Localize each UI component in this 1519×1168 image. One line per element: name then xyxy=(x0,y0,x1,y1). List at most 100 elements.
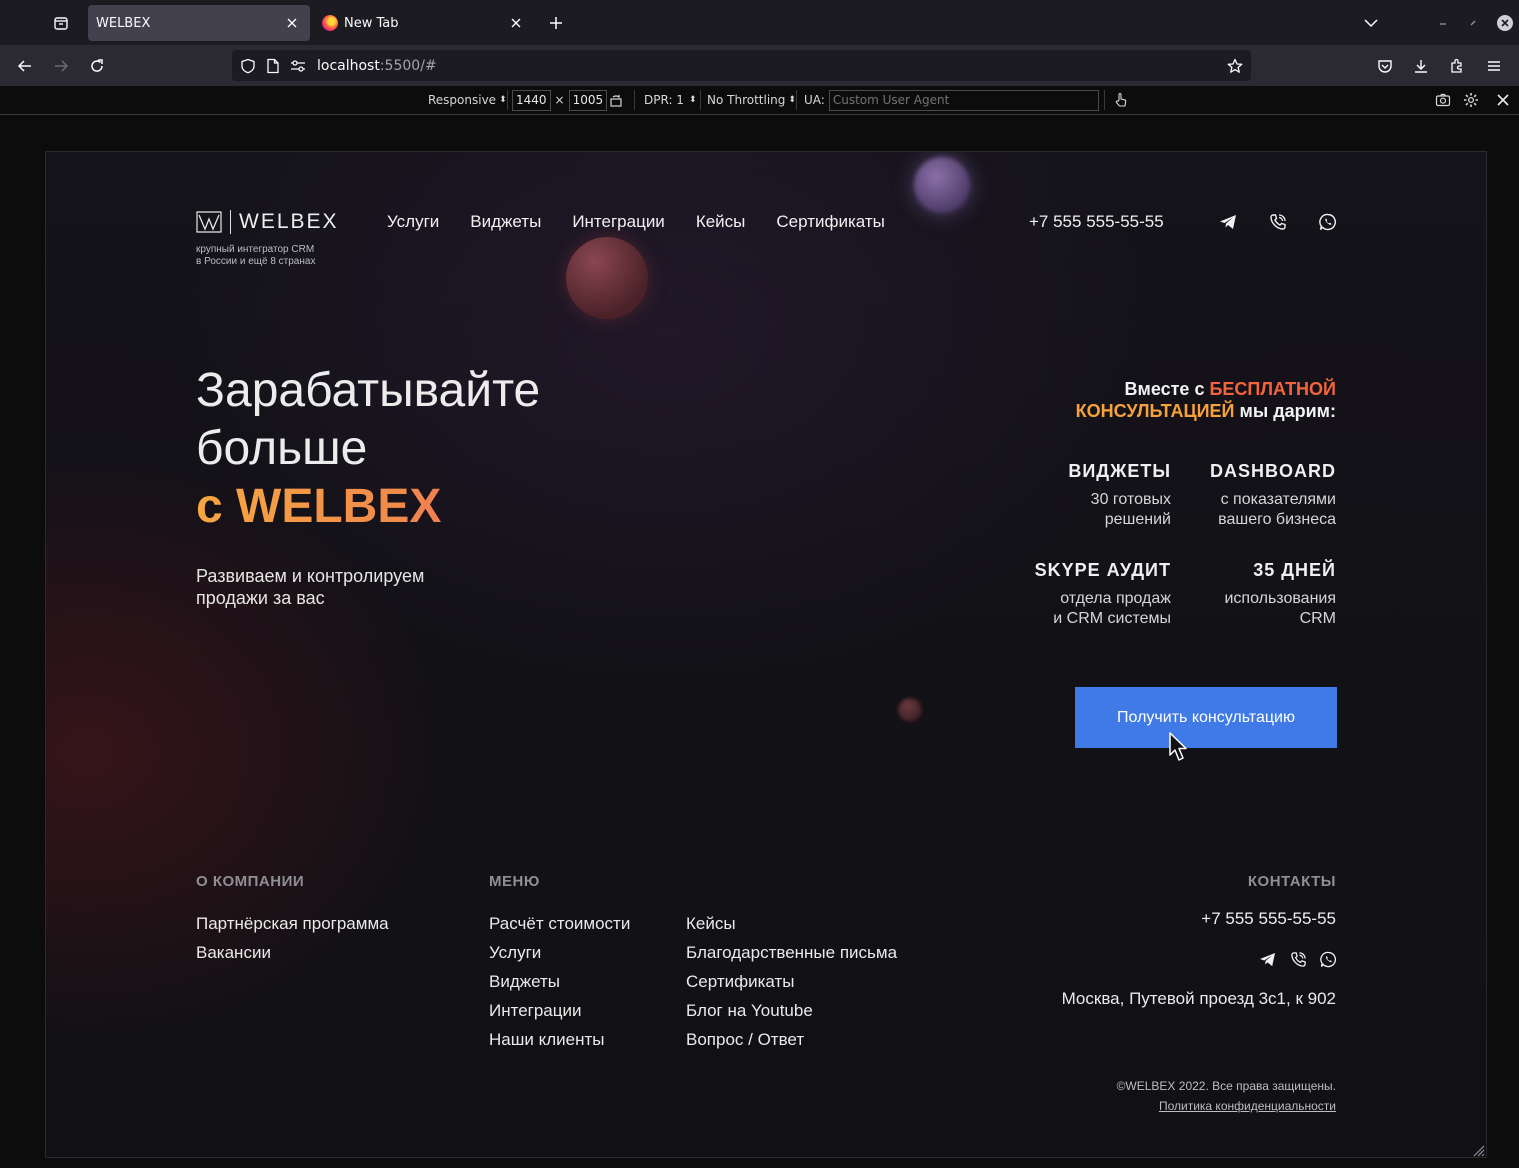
feature-35-days: 35 ДНЕЙ использования CRM xyxy=(1224,560,1336,629)
rotate-icon[interactable] xyxy=(607,86,625,114)
tab-new-tab[interactable]: New Tab xyxy=(312,5,534,41)
reload-icon[interactable] xyxy=(84,53,110,79)
footer-link-vacancies[interactable]: Вакансии xyxy=(196,938,389,967)
download-icon[interactable] xyxy=(1408,53,1434,79)
height-input[interactable]: 1005 xyxy=(568,89,608,111)
pocket-icon[interactable] xyxy=(1372,53,1398,79)
tab-list-icon[interactable] xyxy=(48,10,74,36)
url-bar[interactable]: localhost:5500/# xyxy=(232,50,1251,81)
tagline-line: крупный интегратор CRM xyxy=(196,244,315,255)
tab-title: WELBEX xyxy=(96,15,151,31)
window-close-icon[interactable] xyxy=(1494,12,1516,34)
telegram-icon[interactable] xyxy=(1217,211,1239,233)
footer-address: Москва, Путевой проезд 3с1, к 902 xyxy=(1061,989,1336,1008)
footer-link[interactable]: Наши клиенты xyxy=(489,1025,630,1054)
hero-line: Зарабатывайте xyxy=(196,364,541,417)
device-selector[interactable]: Responsive ⬍ xyxy=(428,86,507,114)
footer-link[interactable]: Кейсы xyxy=(686,909,897,938)
footer-link[interactable]: Интеграции xyxy=(489,996,630,1025)
copyright-text: ©WELBEX 2022. Все права защищены. xyxy=(1116,1079,1336,1093)
responsive-design-toolbar: Responsive ⬍ 1440 × 1005 DPR: 1 ⬍ No Thr… xyxy=(0,86,1519,115)
footer-phone[interactable]: +7 555 555-55-55 xyxy=(1201,909,1336,929)
feature-text: 30 готовых решений xyxy=(1068,490,1171,530)
nav-link-widgets[interactable]: Виджеты xyxy=(470,212,541,232)
close-icon[interactable] xyxy=(508,15,524,31)
welbex-logo-icon xyxy=(196,211,222,233)
user-agent: UA: Custom User Agent xyxy=(804,86,1099,114)
feature-title: 35 ДНЕЙ xyxy=(1253,560,1336,580)
dpr-selector[interactable]: DPR: 1 ⬍ xyxy=(644,86,696,114)
footer-link-partner[interactable]: Партнёрская программа xyxy=(196,909,389,938)
bookmark-star-icon[interactable] xyxy=(1225,56,1245,76)
footer-link[interactable]: Блог на Youtube xyxy=(686,996,897,1025)
logo-text: WELBEX xyxy=(239,210,339,233)
viber-phone-icon[interactable] xyxy=(1267,211,1289,233)
main-nav: Услуги Виджеты Интеграции Кейсы Сертифик… xyxy=(387,212,885,232)
nav-link-integrations[interactable]: Интеграции xyxy=(572,212,665,232)
forward-arrow-icon[interactable] xyxy=(48,53,74,79)
feature-text: с показателями вашего бизнеса xyxy=(1210,490,1336,530)
decorative-sphere xyxy=(914,157,970,213)
screenshot-camera-icon[interactable] xyxy=(1434,86,1452,114)
privacy-policy-link[interactable]: Политика конфиденциальности xyxy=(1159,1099,1336,1113)
logo-divider xyxy=(230,210,231,234)
close-rdm-icon[interactable] xyxy=(1494,86,1512,114)
close-icon[interactable] xyxy=(284,15,300,31)
header-phone[interactable]: +7 555 555-55-55 xyxy=(1029,212,1164,232)
divider xyxy=(507,90,508,110)
footer-link[interactable]: Услуги xyxy=(489,938,630,967)
nav-link-services[interactable]: Услуги xyxy=(387,212,439,232)
footer-link[interactable]: Вопрос / Ответ xyxy=(686,1025,897,1054)
nav-link-certificates[interactable]: Сертификаты xyxy=(776,212,884,232)
whatsapp-icon[interactable] xyxy=(1317,211,1339,233)
hand-cursor-icon xyxy=(1169,732,1187,761)
offer-highlight-free: БЕСПЛАТНОЙ xyxy=(1209,379,1336,399)
footer-link[interactable]: Виджеты xyxy=(489,967,630,996)
page-icon[interactable] xyxy=(264,57,282,75)
shield-icon[interactable] xyxy=(239,57,257,75)
footer-menu-col1: Расчёт стоимости Услуги Виджеты Интеграц… xyxy=(489,909,630,1054)
chevron-down-icon[interactable] xyxy=(1360,12,1382,34)
touch-simulation-icon[interactable] xyxy=(1112,86,1130,114)
footer-about-list: Партнёрская программа Вакансии xyxy=(196,909,389,967)
updown-icon: ⬍ xyxy=(688,95,697,105)
divider xyxy=(1104,90,1105,110)
feature-title: ВИДЖЕТЫ xyxy=(1068,461,1171,481)
decorative-sphere xyxy=(898,698,922,722)
whatsapp-icon[interactable] xyxy=(1318,949,1338,969)
feature-line: и CRM системы xyxy=(1053,610,1171,627)
resize-grip-icon[interactable] xyxy=(1471,1143,1485,1157)
hero-title: Зарабатывайте больше с WELBEX xyxy=(196,362,540,536)
footer-link[interactable]: Расчёт стоимости xyxy=(489,909,630,938)
nav-link-cases[interactable]: Кейсы xyxy=(696,212,746,232)
feature-dashboard: DASHBOARD с показателями вашего бизнеса xyxy=(1210,461,1336,530)
tab-welbex[interactable]: WELBEX xyxy=(88,5,310,41)
settings-gear-icon[interactable] xyxy=(1462,86,1480,114)
width-input[interactable]: 1440 xyxy=(512,89,551,111)
footer-link[interactable]: Сертификаты xyxy=(686,967,897,996)
extensions-icon[interactable] xyxy=(1444,53,1470,79)
tagline-line: в России и ещё 8 странах xyxy=(196,256,316,267)
back-arrow-icon[interactable] xyxy=(12,53,38,79)
permissions-icon[interactable] xyxy=(289,57,307,75)
feature-line: CRM xyxy=(1299,610,1336,627)
minimize-icon[interactable] xyxy=(1436,12,1450,34)
divider xyxy=(634,90,635,110)
footer-contacts-heading: КОНТАКТЫ xyxy=(1247,873,1336,890)
new-tab-button[interactable] xyxy=(545,12,567,34)
offer-heading: Вместе с БЕСПЛАТНОЙ КОНСУЛЬТАЦИЕЙ мы дар… xyxy=(1076,378,1336,422)
offer-text: мы дарим: xyxy=(1234,401,1337,421)
get-consultation-button[interactable]: Получить консультацию xyxy=(1075,687,1337,748)
device-label: Responsive xyxy=(428,93,497,107)
throttling-selector[interactable]: No Throttling ⬍ xyxy=(707,86,796,114)
site-logo[interactable]: WELBEX крупный интегратор CRM в России и… xyxy=(196,209,341,268)
maximize-icon[interactable] xyxy=(1466,12,1480,34)
telegram-icon[interactable] xyxy=(1257,949,1277,969)
feature-title: DASHBOARD xyxy=(1210,461,1336,481)
user-agent-input[interactable]: Custom User Agent xyxy=(828,89,1099,111)
viber-phone-icon[interactable] xyxy=(1288,949,1308,969)
divider xyxy=(796,90,797,110)
footer-link[interactable]: Благодарственные письма xyxy=(686,938,897,967)
menu-hamburger-icon[interactable] xyxy=(1481,53,1507,79)
footer-about-heading: О КОМПАНИИ xyxy=(196,873,305,890)
